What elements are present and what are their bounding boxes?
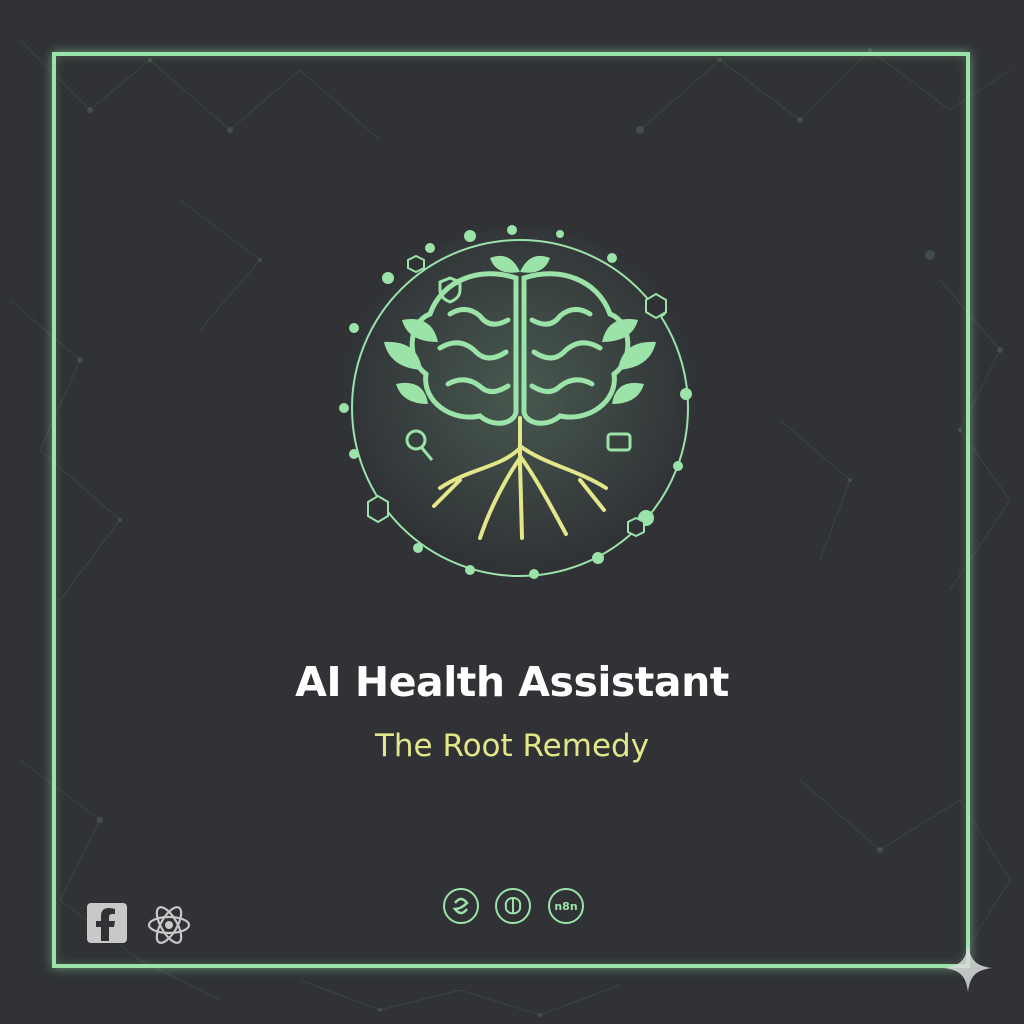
page-subtitle: The Root Remedy [374,728,650,764]
python-icon [443,888,479,924]
n8n-icon: n8n [548,888,584,924]
page-title: AI Health Assistant [295,658,729,706]
atom-icon [147,906,191,944]
brain-tree-emblem [339,225,700,588]
sparkle-icon [944,944,992,992]
facebook-icon [87,903,127,943]
brain-icon [495,888,531,924]
